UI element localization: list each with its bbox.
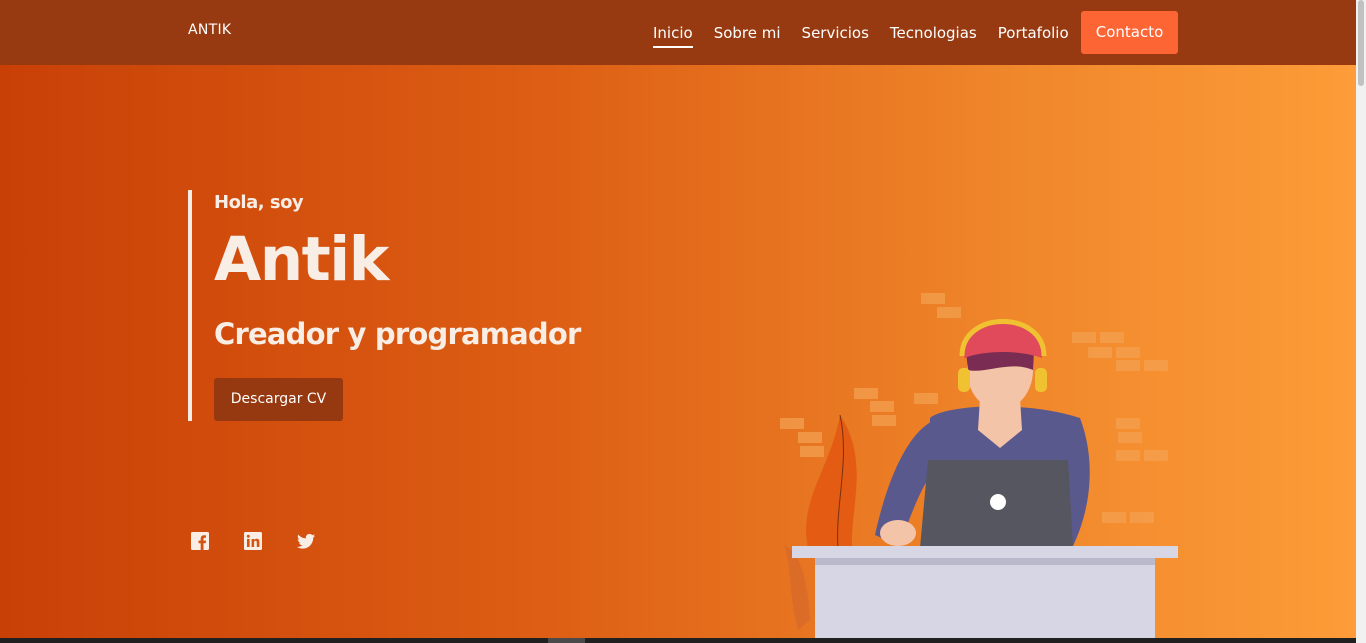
scrollbar-thumb[interactable] bbox=[1358, 0, 1364, 86]
nav-link-portafolio[interactable]: Portafolio bbox=[998, 18, 1069, 48]
scrollbar-track[interactable] bbox=[1356, 0, 1366, 643]
nav-link-inicio[interactable]: Inicio bbox=[653, 18, 693, 48]
contact-button[interactable]: Contacto bbox=[1081, 11, 1178, 54]
desk-top bbox=[792, 546, 1178, 558]
bottom-strip bbox=[0, 638, 1356, 643]
hero-section: ANTIK Inicio Sobre mi Servicios Tecnolog… bbox=[0, 0, 1356, 638]
download-cv-button[interactable]: Descargar CV bbox=[214, 378, 343, 421]
intro-block: Hola, soy Antik Creador y programador De… bbox=[188, 190, 612, 421]
nav-link-sobre-mi[interactable]: Sobre mi bbox=[714, 18, 781, 48]
nav-link-tecnologias[interactable]: Tecnologias bbox=[890, 18, 977, 48]
linkedin-link[interactable] bbox=[243, 531, 263, 551]
brand-logo[interactable]: ANTIK bbox=[188, 22, 231, 38]
twitter-icon bbox=[297, 533, 315, 549]
developer-illustration bbox=[780, 293, 1178, 638]
main-nav: Inicio Sobre mi Servicios Tecnologias Po… bbox=[653, 0, 1090, 65]
hero-role: Creador y programador bbox=[214, 317, 581, 351]
linkedin-icon bbox=[244, 532, 262, 550]
greeting-text: Hola, soy bbox=[214, 192, 304, 213]
facebook-link[interactable] bbox=[190, 531, 210, 551]
navbar: ANTIK Inicio Sobre mi Servicios Tecnolog… bbox=[0, 0, 1356, 65]
desk-body bbox=[815, 558, 1155, 638]
nav-link-servicios[interactable]: Servicios bbox=[802, 18, 869, 48]
hero-name: Antik bbox=[214, 224, 389, 295]
twitter-link[interactable] bbox=[296, 531, 316, 551]
facebook-icon bbox=[191, 532, 209, 550]
